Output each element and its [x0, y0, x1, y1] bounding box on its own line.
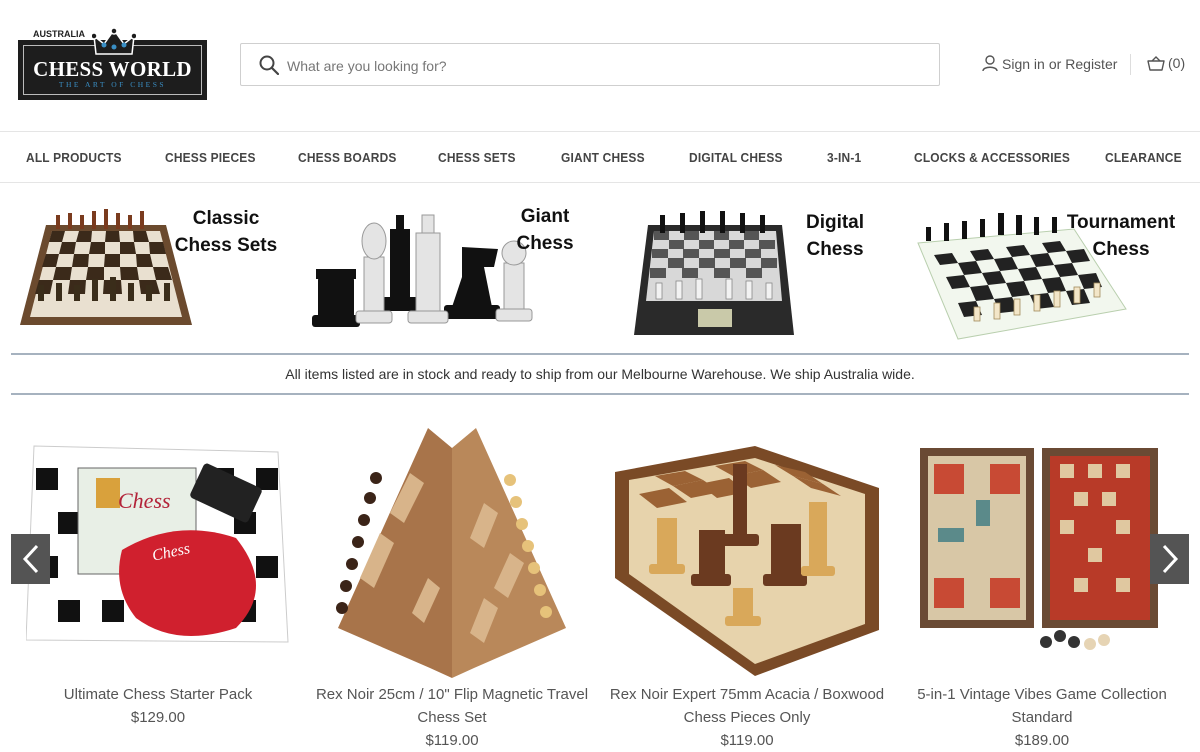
or-text: or	[1048, 55, 1062, 72]
category-label-line1: Digital	[805, 212, 865, 233]
nav-clearance[interactable]: CLEARANCE	[1105, 150, 1182, 165]
register-link[interactable]: Register	[1065, 56, 1117, 72]
product-price: $189.00	[1014, 732, 1070, 749]
stock-notice: All items listed are in stock and ready …	[285, 366, 915, 382]
carousel-prev-button[interactable]	[11, 534, 50, 584]
logo-tagline: THE ART OF CHESS	[58, 80, 167, 89]
nav-clocks-accessories[interactable]: CLOCKS & ACCESSORIES	[914, 150, 1070, 165]
chess-world-logo[interactable]: AUSTRALIA CHESS WORLD THE ART OF CHESS	[18, 28, 207, 100]
cart-link[interactable]: (0)	[1147, 55, 1185, 71]
product-image[interactable]	[910, 428, 1174, 678]
product-name[interactable]: Rex Noir 25cm / 10" Flip Magnetic Travel…	[308, 683, 596, 729]
category-label-line1: Giant	[520, 206, 570, 227]
logo-title: CHESS WORLD	[33, 57, 192, 81]
category-label-line1: Tournament	[1066, 212, 1176, 233]
chevron-left-icon	[22, 544, 38, 574]
product-price: $119.00	[425, 732, 479, 749]
sign-in-link[interactable]: Sign in	[1002, 56, 1045, 72]
category-label-line2: Chess	[806, 239, 864, 260]
search-icon[interactable]	[259, 55, 279, 75]
main-navigation: ALL PRODUCTS CHESS PIECES CHESS BOARDS C…	[0, 131, 1200, 183]
digital-chess-board-image	[634, 211, 794, 335]
header-divider	[1130, 54, 1131, 75]
product-image[interactable]	[320, 428, 584, 678]
nav-chess-boards[interactable]: CHESS BOARDS	[298, 150, 397, 165]
category-giant-chess[interactable]: Giant Chess	[300, 183, 600, 353]
site-header: AUSTRALIA CHESS WORLD THE ART OF CHESS S…	[0, 0, 1200, 131]
notice-bottom-rule	[11, 393, 1189, 395]
nav-all-products[interactable]: ALL PRODUCTS	[26, 150, 122, 165]
product-price: $119.00	[720, 732, 774, 749]
nav-3-in-1[interactable]: 3-IN-1	[827, 150, 861, 165]
product-image[interactable]: Chess Chess	[26, 428, 290, 678]
product-image[interactable]	[615, 428, 879, 678]
classic-chess-board-image	[20, 209, 192, 325]
nav-digital-chess[interactable]: DIGITAL CHESS	[689, 150, 783, 165]
category-banners: Classic Chess Sets Giant Chess Digital C…	[0, 183, 1200, 353]
product-price: $129.00	[130, 709, 186, 726]
search-input[interactable]	[285, 44, 929, 87]
account-links: Sign in or Register	[982, 55, 1117, 72]
product-name[interactable]: Ultimate Chess Starter Pack	[14, 683, 302, 706]
category-digital-chess[interactable]: Digital Chess	[600, 183, 900, 353]
basket-icon	[1147, 55, 1165, 71]
notice-top-rule	[11, 353, 1189, 355]
book-title-text: Chess	[118, 488, 171, 513]
nav-giant-chess[interactable]: GIANT CHESS	[561, 150, 645, 165]
nav-chess-sets[interactable]: CHESS SETS	[438, 150, 516, 165]
product-carousel: Chess Chess Ultimate Chess Starter Pack …	[0, 420, 1200, 749]
category-label-line1: Classic	[192, 208, 260, 229]
crown-icon	[92, 28, 136, 55]
chevron-right-icon	[1162, 544, 1178, 574]
category-tournament-chess[interactable]: Tournament Chess	[900, 183, 1200, 353]
search-box	[240, 43, 940, 87]
carousel-next-button[interactable]	[1150, 534, 1189, 584]
category-label-line2: Chess Sets	[174, 235, 278, 256]
nav-chess-pieces[interactable]: CHESS PIECES	[165, 150, 256, 165]
user-icon	[982, 55, 998, 72]
cart-count: (0)	[1168, 55, 1186, 71]
product-name[interactable]: Rex Noir Expert 75mm Acacia / Boxwood Ch…	[603, 683, 891, 729]
product-name[interactable]: 5-in-1 Vintage Vibes Game Collection Sta…	[898, 683, 1186, 729]
category-classic-chess-sets[interactable]: Classic Chess Sets	[0, 183, 300, 353]
category-label-line2: Chess	[1092, 239, 1150, 260]
logo-country: AUSTRALIA	[31, 29, 87, 39]
category-label-line2: Chess	[516, 233, 574, 254]
